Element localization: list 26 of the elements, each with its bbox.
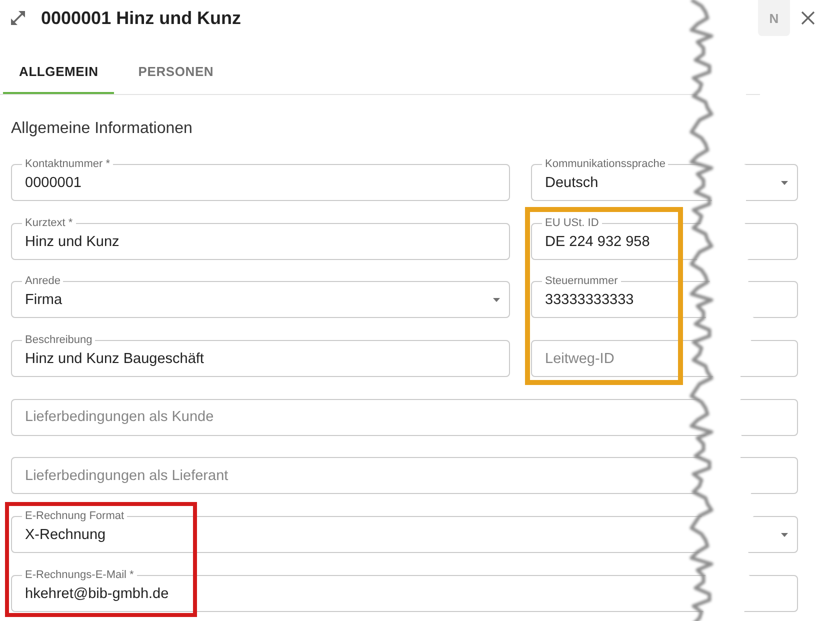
dialog-title: 0000001 Hinz und Kunz — [41, 8, 242, 28]
field-label: E-Rechnung Format — [24, 510, 126, 524]
field-label: E-Rechnungs-E-Mail * — [24, 568, 135, 582]
expand-icon[interactable] — [10, 10, 26, 26]
field-label: Kontaktnummer * — [24, 158, 111, 171]
dropdown-caret-icon[interactable] — [781, 181, 788, 185]
text-field[interactable]: Kontaktnummer * 0000001 — [11, 158, 510, 201]
tab[interactable]: PERSONEN — [122, 50, 230, 94]
dropdown-caret-icon[interactable] — [493, 298, 500, 302]
text-field[interactable]: Beschreibung Hinz und Kunz Baugeschäft — [11, 334, 510, 378]
text-field[interactable]: Lieferbedingungen als Lieferant — [11, 457, 798, 494]
field-label: Steuernummer — [544, 275, 619, 288]
field-label: Kommunikationssprache — [544, 158, 666, 171]
field-label: EU USt. ID — [544, 216, 600, 230]
text-field[interactable]: E-Rechnungs-E-Mail * hkehret@bib-gmbh.de — [11, 568, 798, 612]
dropdown-field[interactable]: Anrede Firma — [11, 275, 510, 318]
text-field[interactable]: Kurztext * Hinz und Kunz — [11, 216, 510, 260]
field-label: Beschreibung — [24, 334, 94, 348]
tab[interactable]: ALLGEMEIN — [3, 50, 114, 94]
text-field[interactable]: Lieferbedingungen als Kunde — [11, 398, 798, 436]
close-icon[interactable] — [801, 11, 815, 25]
section-title: Allgemeine Informationen — [10, 120, 192, 138]
field-label: Kurztext * — [24, 216, 74, 230]
field-label: Anrede — [24, 275, 62, 288]
dropdown-caret-icon[interactable] — [781, 533, 788, 538]
dropdown-field[interactable]: E-Rechnung Format X-Rechnung — [11, 510, 798, 554]
